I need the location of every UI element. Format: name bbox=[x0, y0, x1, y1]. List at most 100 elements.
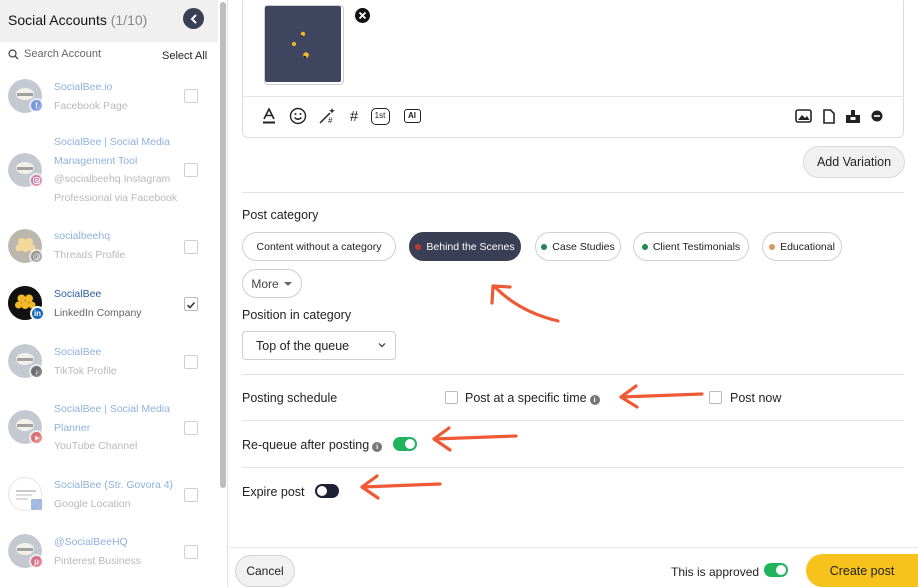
account-item[interactable]: SocialBee | Social Media Management Tool… bbox=[0, 133, 218, 207]
category-color-dot bbox=[769, 243, 776, 250]
footer-divider bbox=[229, 547, 918, 548]
account-type-line2: Professional via Facebook bbox=[54, 191, 178, 204]
post-at-specific-time-option[interactable]: Post at a specific time i bbox=[465, 391, 600, 405]
account-name: SocialBee bbox=[54, 288, 102, 300]
search-account-input[interactable] bbox=[24, 48, 144, 60]
category-pill-uncategorized[interactable]: Content without a category bbox=[242, 232, 396, 261]
account-checkbox[interactable] bbox=[184, 488, 198, 502]
sidebar-header: Social Accounts (1/10) bbox=[0, 0, 218, 42]
account-type: Facebook Page bbox=[54, 99, 128, 112]
account-name: SocialBee | Social Media bbox=[54, 136, 170, 148]
account-item[interactable]: f SocialBee.io Facebook Page bbox=[0, 78, 218, 118]
pinterest-icon: p bbox=[29, 554, 44, 569]
info-icon[interactable]: i bbox=[372, 442, 383, 452]
caret-down-icon bbox=[283, 281, 292, 286]
more-icon[interactable] bbox=[870, 106, 884, 126]
create-post-button[interactable]: Create post bbox=[806, 554, 918, 587]
account-checkbox[interactable] bbox=[184, 421, 198, 435]
expire-post-label: Expire post bbox=[242, 485, 305, 499]
account-type: TikTok Profile bbox=[54, 364, 117, 377]
toggle-knob bbox=[317, 486, 327, 496]
requeue-row: Re-queue after posting i bbox=[242, 438, 383, 452]
accounts-sidebar: Social Accounts (1/10) Select All f bbox=[0, 0, 228, 587]
account-item[interactable]: ♪ SocialBee TikTok Profile bbox=[0, 343, 218, 383]
threads-icon: @ bbox=[29, 249, 44, 264]
position-in-category-select[interactable]: Top of the queue bbox=[242, 331, 396, 360]
select-all-link[interactable]: Select All bbox=[162, 50, 207, 62]
remove-media-button[interactable] bbox=[353, 6, 372, 25]
chevron-left-icon bbox=[190, 14, 196, 23]
document-icon[interactable] bbox=[822, 106, 836, 126]
first-comment-icon[interactable]: 1st bbox=[370, 106, 390, 126]
account-type: Pinterest Business bbox=[54, 554, 141, 567]
account-name: SocialBee | Social Media bbox=[54, 403, 170, 415]
checkmark-icon bbox=[186, 301, 196, 309]
youtube-icon bbox=[29, 430, 44, 445]
media-image bbox=[265, 6, 341, 82]
media-thumbnail[interactable] bbox=[264, 5, 372, 85]
account-checkbox[interactable] bbox=[184, 163, 198, 177]
add-variation-button[interactable]: Add Variation bbox=[803, 146, 905, 178]
account-name: @SocialBeeHQ bbox=[54, 536, 128, 548]
account-item[interactable]: SocialBee (Str. Govora 4) Google Locatio… bbox=[0, 476, 218, 516]
account-name-line2: Planner bbox=[54, 421, 91, 434]
post-now-label[interactable]: Post now bbox=[730, 391, 781, 405]
editor-divider bbox=[242, 96, 904, 97]
account-name: socialbeehq bbox=[54, 230, 111, 242]
post-now-checkbox[interactable] bbox=[709, 391, 722, 404]
account-item-selected[interactable]: in SocialBee LinkedIn Company bbox=[0, 285, 218, 325]
post-category-label: Post category bbox=[242, 208, 319, 222]
category-pill-label: Case Studies bbox=[552, 240, 615, 253]
cancel-button[interactable]: Cancel bbox=[235, 555, 295, 587]
instagram-icon bbox=[29, 173, 44, 188]
posting-schedule-label: Posting schedule bbox=[242, 391, 338, 405]
svg-text:#: # bbox=[328, 116, 333, 125]
account-checkbox-checked[interactable] bbox=[184, 297, 198, 311]
category-pill-educational[interactable]: Educational bbox=[762, 232, 842, 261]
account-item[interactable]: @ socialbeehq Threads Profile bbox=[0, 227, 218, 267]
expire-post-toggle[interactable] bbox=[315, 484, 339, 498]
sidebar-scrollbar[interactable] bbox=[220, 2, 226, 488]
emoji-icon[interactable] bbox=[289, 106, 307, 126]
account-type: YouTube Channel bbox=[54, 440, 138, 452]
post-editor-main: # # 1st AI Add Variation Post category C… bbox=[229, 0, 918, 587]
canva-icon[interactable] bbox=[844, 106, 862, 126]
collapse-sidebar-button[interactable] bbox=[183, 8, 204, 29]
tiktok-icon: ♪ bbox=[29, 364, 44, 379]
hashtag-icon[interactable]: # bbox=[347, 106, 361, 126]
category-color-dot bbox=[541, 243, 548, 250]
category-pill-client-testimonials[interactable]: Client Testimonials bbox=[633, 232, 749, 261]
account-type: Threads Profile bbox=[54, 248, 126, 261]
google-business-icon bbox=[29, 497, 44, 512]
toggle-knob bbox=[776, 565, 786, 575]
more-label: More bbox=[251, 276, 279, 291]
approved-toggle[interactable] bbox=[764, 563, 788, 577]
account-name: SocialBee (Str. Govora 4) bbox=[54, 479, 174, 491]
category-color-dot bbox=[415, 243, 422, 250]
section-divider bbox=[242, 374, 904, 375]
section-divider bbox=[242, 192, 904, 193]
hashtag-label: # bbox=[349, 107, 359, 125]
sidebar-title: Social Accounts (1/10) bbox=[8, 12, 147, 28]
account-checkbox[interactable] bbox=[184, 240, 198, 254]
account-name-line2: Management Tool bbox=[54, 154, 138, 167]
image-icon[interactable] bbox=[794, 106, 812, 126]
account-item[interactable]: p @SocialBeeHQ Pinterest Business bbox=[0, 533, 218, 573]
requeue-toggle[interactable] bbox=[393, 437, 417, 451]
account-search-row: Select All bbox=[8, 48, 208, 66]
text-format-icon[interactable] bbox=[261, 106, 277, 126]
facebook-icon: f bbox=[29, 98, 44, 113]
category-pill-behind-the-scenes[interactable]: Behind the Scenes bbox=[409, 232, 521, 261]
more-categories-button[interactable]: More bbox=[242, 269, 302, 298]
info-icon[interactable]: i bbox=[589, 395, 600, 405]
magic-hashtag-icon[interactable]: # bbox=[318, 106, 338, 126]
account-checkbox[interactable] bbox=[184, 355, 198, 369]
search-icon bbox=[8, 49, 19, 60]
account-item[interactable]: SocialBee | Social Media Planner YouTube… bbox=[0, 400, 218, 456]
account-checkbox[interactable] bbox=[184, 89, 198, 103]
category-pill-case-studies[interactable]: Case Studies bbox=[535, 232, 621, 261]
ai-icon[interactable]: AI bbox=[403, 106, 421, 126]
category-pill-label: Content without a category bbox=[256, 240, 382, 253]
account-checkbox[interactable] bbox=[184, 545, 198, 559]
post-at-specific-time-checkbox[interactable] bbox=[445, 391, 458, 404]
